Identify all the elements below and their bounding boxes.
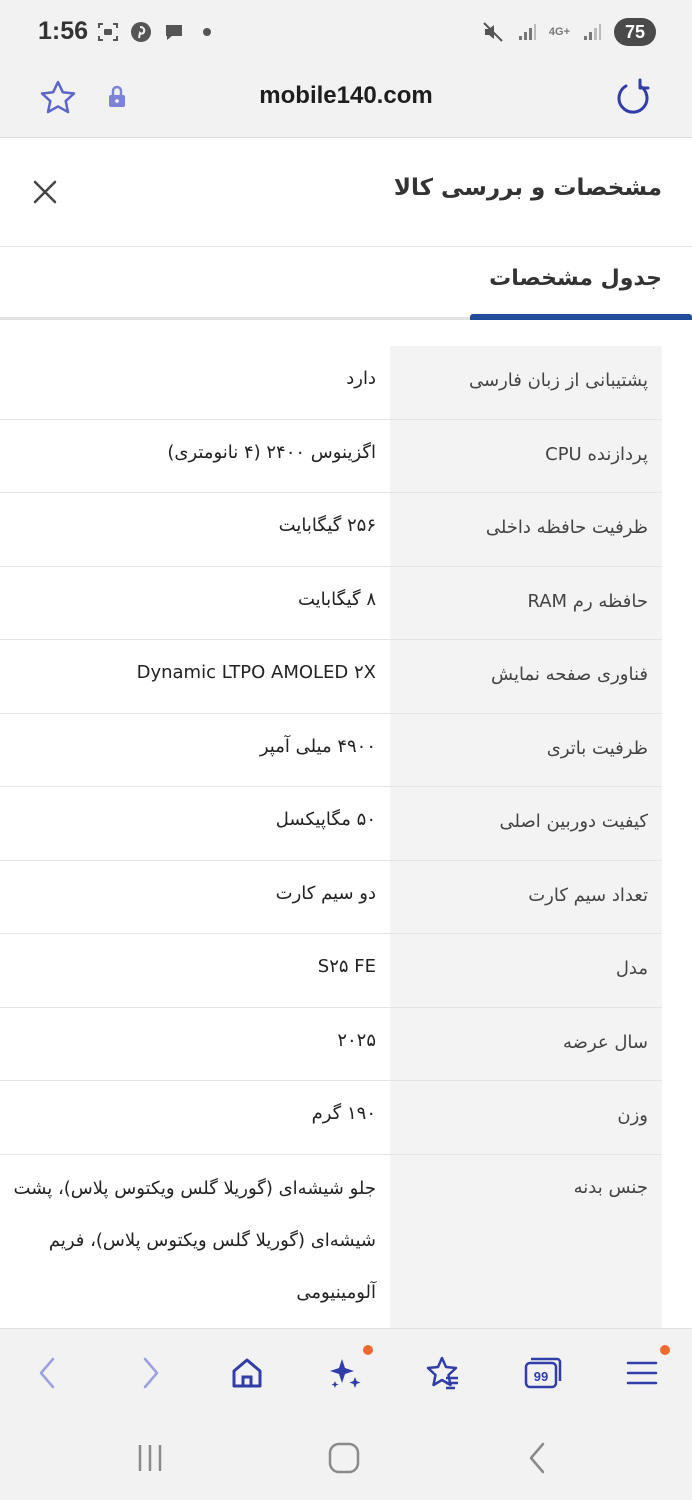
table-row: ظرفیت حافظه داخلی ۲۵۶ گیگابایت: [0, 493, 662, 567]
spec-label: فناوری صفحه نمایش: [491, 664, 648, 685]
spec-value: دارد: [346, 368, 376, 389]
spec-label: پردازنده CPU: [545, 443, 648, 465]
home-nav-button[interactable]: [324, 1438, 364, 1478]
spec-label: مدل: [615, 958, 648, 979]
home-icon: [232, 1358, 262, 1388]
spec-label: ظرفیت باتری: [546, 737, 648, 759]
table-row: وزن ۱۹۰ گرم: [0, 1081, 662, 1155]
chat-icon: [162, 20, 186, 44]
spec-value: ۵۰ مگاپیکسل: [275, 809, 376, 830]
table-row: ظرفیت باتری ۴۹۰۰ میلی آمپر: [0, 713, 662, 787]
dot-icon: [195, 20, 219, 44]
modal-header: مشخصات و بررسی کالا: [0, 139, 692, 247]
tab-active-indicator: [470, 314, 692, 320]
menu-icon: [626, 1361, 658, 1385]
notification-dot: [660, 1345, 670, 1355]
spec-label-cell: وزن: [390, 1081, 662, 1154]
spec-label: کیفیت دوربین اصلی: [499, 811, 648, 832]
tabs-button[interactable]: 99: [520, 1351, 564, 1395]
spec-value: ۱۹۰ گرم: [311, 1103, 376, 1124]
signal-icon: [515, 20, 539, 44]
spec-label: وزن: [617, 1105, 648, 1126]
sparkle-icon: [330, 1359, 361, 1388]
back-icon: [39, 1357, 55, 1389]
back-nav-icon: [529, 1442, 545, 1474]
back-button[interactable]: [26, 1351, 70, 1395]
table-row: جنس بدنه جلو شیشه‌ای (گوریلا گلس ویکتوس …: [0, 1154, 662, 1335]
table-row: تعداد سیم کارت دو سیم کارت: [0, 860, 662, 934]
spec-label-cell: تعداد سیم کارت: [390, 860, 662, 933]
spec-label-cell: کیفیت دوربین اصلی: [390, 787, 662, 860]
spec-value: Dynamic LTPO AMOLED ۲X: [136, 662, 376, 683]
spec-value: ۸ گیگابایت: [298, 588, 376, 610]
table-row: حافظه رم RAM ۸ گیگابایت: [0, 566, 662, 640]
menu-button[interactable]: [620, 1345, 670, 1395]
pinterest-icon: [129, 20, 153, 44]
close-button[interactable]: [30, 177, 60, 207]
table-row: فناوری صفحه نمایش Dynamic LTPO AMOLED ۲X: [0, 640, 662, 714]
spec-value: S۲۵ FE: [317, 956, 376, 977]
home-button[interactable]: [225, 1351, 269, 1395]
mute-icon: [481, 20, 505, 44]
system-icons: 4G+ 75: [481, 18, 656, 46]
tabs-count: 99: [534, 1369, 548, 1384]
close-icon: [33, 180, 57, 204]
ai-assistant-button[interactable]: [323, 1345, 373, 1395]
spec-value: دو سیم کارت: [275, 882, 376, 904]
forward-icon: [143, 1357, 159, 1389]
spec-label: سال عرضه: [563, 1031, 648, 1053]
spec-label-cell: ظرفیت حافظه داخلی: [390, 493, 662, 566]
spec-label-cell: فناوری صفحه نمایش: [390, 640, 662, 713]
spec-label-cell: پردازنده CPU: [390, 419, 662, 492]
bookmarks-button[interactable]: [421, 1351, 465, 1395]
spec-label-cell: ظرفیت باتری: [390, 713, 662, 786]
recent-apps-button[interactable]: [130, 1438, 170, 1478]
spec-value: ۲۰۲۵: [337, 1029, 376, 1051]
url-text[interactable]: mobile140.com: [0, 82, 692, 110]
status-time: 1:56: [38, 17, 89, 45]
back-nav-button[interactable]: [518, 1438, 558, 1478]
notification-icons: [96, 20, 219, 44]
table-row: پردازنده CPU اگزینوس ۲۴۰۰ (۴ نانومتری): [0, 419, 662, 493]
tab-bar: جدول مشخصات: [0, 248, 692, 320]
spec-label-cell: پشتیبانی از زبان فارسی: [390, 346, 662, 419]
screenshot-icon: [96, 20, 120, 44]
signal-icon-2: [580, 20, 604, 44]
spec-value: ۲۵۶ گیگابایت: [278, 515, 376, 536]
spec-label-cell: مدل: [390, 934, 662, 1007]
table-row: پشتیبانی از زبان فارسی دارد: [0, 346, 662, 420]
page-title: مشخصات و بررسی کالا: [393, 175, 662, 201]
spec-label-cell: جنس بدنه: [390, 1154, 662, 1335]
spec-label-cell: حافظه رم RAM: [390, 566, 662, 639]
browser-url-bar: mobile140.com: [0, 66, 692, 138]
spec-label-cell: سال عرضه: [390, 1007, 662, 1080]
spec-label: جنس بدنه: [573, 1176, 648, 1198]
spec-value: ۴۹۰۰ میلی آمپر: [259, 735, 376, 757]
notification-dot: [363, 1345, 373, 1355]
status-bar: 1:56 4G+ 75: [0, 0, 692, 66]
bookmark-star-icon: [426, 1356, 458, 1390]
table-row: کیفیت دوربین اصلی ۵۰ مگاپیکسل: [0, 787, 662, 861]
battery-indicator: 75: [614, 18, 656, 46]
spec-value: جلو شیشه‌ای (گوریلا گلس ویکتوس پلاس)، پش…: [13, 1177, 376, 1303]
refresh-icon[interactable]: [610, 76, 654, 124]
network-type: 4G+: [548, 26, 570, 38]
tabs-count-icon: 99: [524, 1357, 562, 1389]
spec-label: تعداد سیم کارت: [528, 884, 648, 906]
forward-button[interactable]: [128, 1351, 172, 1395]
tab-specifications[interactable]: جدول مشخصات: [489, 266, 662, 291]
recent-apps-icon: [138, 1445, 162, 1471]
spec-label: پشتیبانی از زبان فارسی: [469, 370, 648, 391]
home-nav-icon: [328, 1442, 360, 1474]
spec-label: ظرفیت حافظه داخلی: [485, 517, 648, 538]
spec-label: حافظه رم RAM: [527, 590, 648, 612]
spec-value: اگزینوس ۲۴۰۰ (۴ نانومتری): [167, 441, 376, 463]
browser-toolbar: 99: [0, 1328, 692, 1416]
table-row: سال عرضه ۲۰۲۵: [0, 1007, 662, 1081]
system-nav-bar: [0, 1416, 692, 1500]
spec-table: پشتیبانی از زبان فارسی دارد پردازنده CPU…: [0, 346, 662, 1335]
table-row: مدل S۲۵ FE: [0, 934, 662, 1008]
